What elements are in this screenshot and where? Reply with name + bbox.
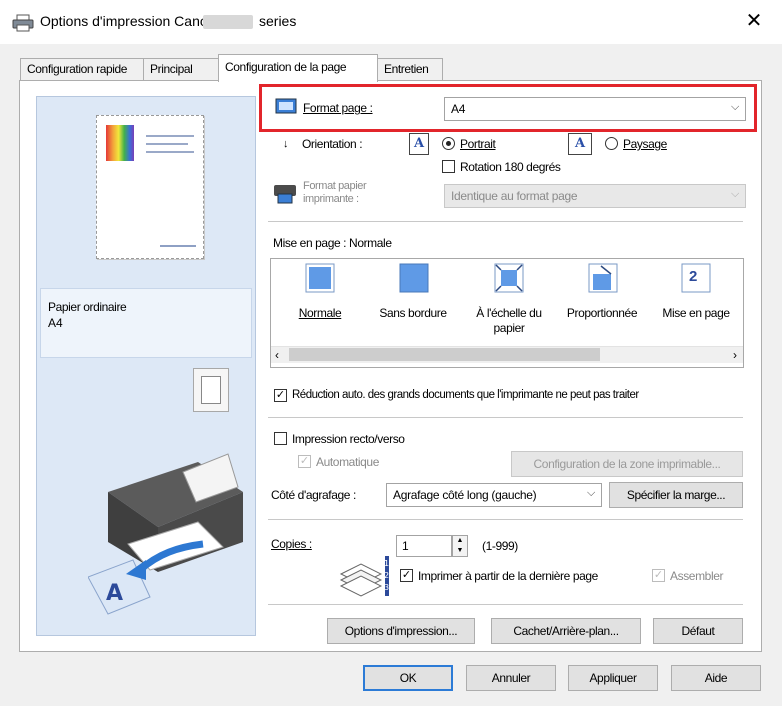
close-button[interactable]: ✕ <box>740 8 768 34</box>
copies-label: Copies : <box>271 537 312 551</box>
separator <box>268 519 743 520</box>
orientation-label: Orientation : <box>302 137 363 151</box>
landscape-a-icon: A <box>568 133 592 155</box>
redacted-model-name <box>203 15 253 29</box>
printer-paper-label: Format papier imprimante : <box>303 180 367 206</box>
copies-stepper[interactable]: ▲ ▼ <box>452 535 468 557</box>
defaults-button[interactable]: Défaut <box>653 618 743 644</box>
separator <box>268 221 743 222</box>
tab-maintenance[interactable]: Entretien <box>377 58 443 80</box>
paper-info-box <box>40 288 252 358</box>
chevron-down-icon: ⌵ <box>730 188 739 200</box>
layout-fit-to-paper-label[interactable]: À l'échelle du papier <box>465 306 553 336</box>
layout-page-layout-label[interactable]: Mise en page <box>652 306 740 320</box>
printer-paper-icon <box>274 185 296 204</box>
layout-normal-label[interactable]: Normale <box>290 306 350 320</box>
arrow-down-icon: ↓ <box>283 138 289 150</box>
window-title-suffix: series <box>259 13 297 29</box>
window-title: Options d'impression Canon <box>40 13 216 29</box>
stapling-label: Côté d'agrafage : <box>271 488 356 502</box>
page-icon <box>201 376 221 404</box>
rotation-180-checkbox[interactable] <box>442 160 455 173</box>
svg-text:1: 1 <box>384 559 389 568</box>
printer-paper-label-line1: Format papier <box>303 180 367 192</box>
tab-quick-setup[interactable]: Configuration rapide <box>20 58 144 80</box>
svg-text:A: A <box>106 581 123 606</box>
preview-text-line <box>160 245 196 247</box>
preview-text-line <box>146 135 194 137</box>
collate-label: Assembler <box>670 569 724 583</box>
duplex-label: Impression recto/verso <box>292 432 405 446</box>
printer-paper-select[interactable]: Identique au format page ⌵ <box>444 184 746 208</box>
landscape-radio[interactable] <box>605 137 618 150</box>
layout-page-layout-icon[interactable]: 2 <box>680 262 712 294</box>
tab-main[interactable]: Principal <box>143 58 219 80</box>
apply-button[interactable]: Appliquer <box>568 665 658 691</box>
scrollbar-thumb[interactable] <box>289 348 600 361</box>
svg-text:2: 2 <box>384 571 389 580</box>
printer-paper-value: Identique au format page <box>451 189 578 203</box>
reduce-large-docs-checkbox[interactable]: ✓ <box>274 389 287 402</box>
auto-duplex-checkbox[interactable]: ✓ <box>298 455 311 468</box>
tab-page-setup[interactable]: Configuration de la page <box>218 54 378 82</box>
auto-duplex-label: Automatique <box>316 455 379 469</box>
separator <box>268 417 743 418</box>
layout-borderless-label[interactable]: Sans bordure <box>370 306 456 320</box>
layout-normal-icon[interactable] <box>304 262 336 294</box>
copies-input[interactable]: 1 <box>396 535 452 557</box>
landscape-label: Paysage <box>623 137 667 151</box>
scroll-left-icon[interactable]: ‹ <box>275 348 279 362</box>
cancel-button[interactable]: Annuler <box>466 665 556 691</box>
stamp-background-button[interactable]: Cachet/Arrière-plan... <box>491 618 641 644</box>
print-options-button[interactable]: Options d'impression... <box>327 618 475 644</box>
chevron-down-icon: ⌵ <box>586 487 595 499</box>
ok-button[interactable]: OK <box>363 665 453 691</box>
layout-heading: Mise en page : Normale <box>273 236 392 250</box>
stapling-select[interactable]: Agrafage côté long (gauche) ⌵ <box>386 483 602 507</box>
scroll-right-icon[interactable]: › <box>733 348 737 362</box>
specify-margin-button[interactable]: Spécifier la marge... <box>609 482 743 508</box>
preview-text-line <box>146 143 188 145</box>
layout-borderless-icon[interactable] <box>398 262 430 294</box>
help-button[interactable]: Aide <box>671 665 761 691</box>
collate-checkbox[interactable]: ✓ <box>652 569 665 582</box>
duplex-checkbox[interactable] <box>274 432 287 445</box>
portrait-radio[interactable] <box>442 137 455 150</box>
printer-illustration-icon: A <box>88 453 243 615</box>
reduce-large-docs-label: Réduction auto. des grands documents que… <box>292 389 639 401</box>
separator <box>268 604 743 605</box>
print-area-button[interactable]: Configuration de la zone imprimable... <box>511 451 743 477</box>
layout-scaled-icon[interactable] <box>587 262 619 294</box>
copies-range: (1-999) <box>482 539 518 553</box>
layout-scaled-label[interactable]: Proportionnée <box>558 306 646 320</box>
print-from-last-page-label: Imprimer à partir de la dernière page <box>418 569 598 583</box>
print-from-last-page-checkbox[interactable]: ✓ <box>400 569 413 582</box>
layout-fit-to-paper-icon[interactable] <box>493 262 525 294</box>
stapling-value: Agrafage côté long (gauche) <box>393 488 537 502</box>
printer-paper-label-line2: imprimante : <box>303 193 359 205</box>
rotation-180-label: Rotation 180 degrés <box>460 160 561 174</box>
paper-type-text: Papier ordinaire <box>48 300 127 314</box>
printer-app-icon <box>12 14 34 32</box>
highlight-box <box>259 84 757 132</box>
svg-text:3: 3 <box>384 583 389 592</box>
portrait-label: Portrait <box>460 137 496 151</box>
portrait-a-icon: A <box>409 133 429 155</box>
paper-size-text: A4 <box>48 316 63 330</box>
copies-stack-icon: 1 2 3 <box>339 556 389 597</box>
preview-color-block <box>106 125 134 161</box>
preview-text-line <box>146 151 194 153</box>
layout-page-number: 2 <box>689 268 698 285</box>
